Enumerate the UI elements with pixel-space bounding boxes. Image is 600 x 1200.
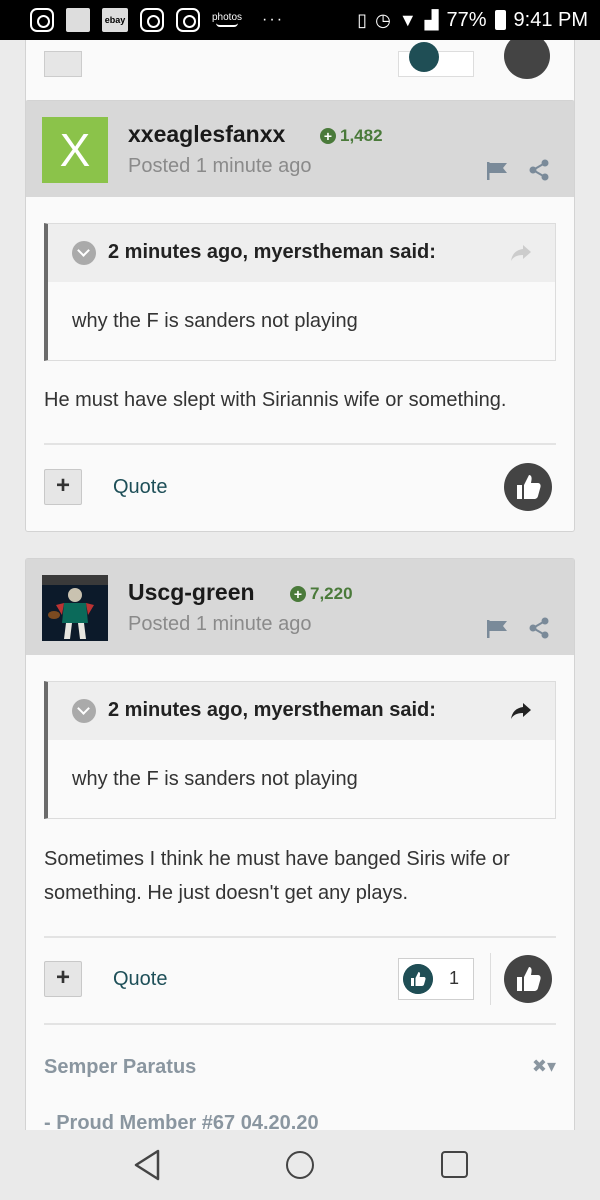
navigation-bar (0, 1130, 600, 1200)
like-count: 1 (449, 968, 460, 988)
reaction-count[interactable]: 1 (398, 958, 474, 1000)
separator (490, 953, 491, 1005)
reaction-count[interactable] (398, 42, 474, 77)
reputation-badge: + 1,482 (320, 126, 383, 146)
signature-title: Semper Paratus (44, 1056, 197, 1078)
username[interactable]: xxeaglesfanxx (128, 121, 285, 148)
close-icon[interactable]: ✖ (532, 1056, 547, 1076)
reputation-badge: + 7,220 (290, 584, 353, 604)
go-to-post-icon[interactable] (509, 240, 533, 264)
share-icon[interactable] (528, 617, 550, 639)
chevron-down-icon[interactable] (72, 241, 96, 265)
system-status: ▯ ◷ ▼ ▟ 77% 9:41 PM (357, 9, 588, 32)
signature-controls[interactable]: ✖▾ (532, 1056, 556, 1077)
post-content: Sometimes I think he must have banged Si… (44, 848, 510, 904)
like-icon (403, 964, 433, 994)
wifi-icon: ▼ (398, 9, 417, 30)
quote-header: 2 minutes ago, myerstheman said: (48, 682, 555, 740)
battery-percent: 77% (446, 8, 487, 31)
avatar-image (42, 575, 108, 641)
username[interactable]: Uscg-green (128, 579, 255, 606)
avatar[interactable] (42, 575, 108, 641)
thumbs-up-icon (517, 475, 541, 499)
like-icon (409, 42, 439, 72)
go-to-post-icon[interactable] (509, 698, 533, 722)
blockquote: 2 minutes ago, myerstheman said: why the… (44, 223, 556, 361)
divider (44, 443, 556, 445)
instagram-icon (176, 8, 200, 32)
reputation-count: 7,220 (310, 584, 353, 603)
react-button[interactable] (504, 463, 552, 511)
post-content: He must have slept with Siriannis wife o… (44, 389, 507, 411)
chevron-down-icon[interactable] (72, 699, 96, 723)
photos-label: photos (212, 12, 243, 23)
flag-icon[interactable] (486, 619, 508, 639)
quote-button[interactable]: Quote (113, 476, 167, 499)
more-notifications-icon: ··· (262, 11, 285, 28)
signature-line: - Proud Member #67 04.20.20 (44, 1112, 319, 1130)
signal-icon: ▟ (424, 9, 439, 30)
post-header: Uscg-green + 7,220 Posted 1 minute ago (26, 559, 574, 655)
topic-feed[interactable]: X xxeaglesfanxx + 1,482 Posted 1 minute … (0, 40, 600, 1130)
notification-icons: ebay photos ··· (30, 8, 357, 32)
react-button[interactable] (504, 40, 550, 79)
quote-text: why the F is sanders not playing (72, 310, 358, 332)
post-header: X xxeaglesfanxx + 1,482 Posted 1 minute … (26, 101, 574, 197)
post: Uscg-green + 7,220 Posted 1 minute ago 2… (25, 558, 575, 1130)
plus-circle-icon: + (290, 586, 306, 602)
vibrate-icon: ▯ (357, 9, 368, 30)
photos-icon: photos (212, 13, 242, 27)
instagram-icon (140, 8, 164, 32)
ebay-icon: ebay (102, 8, 128, 32)
back-icon[interactable] (132, 1148, 162, 1182)
alarm-icon: ◷ (375, 9, 391, 30)
status-bar: ebay photos ··· ▯ ◷ ▼ ▟ 77% 9:41 PM (0, 0, 600, 40)
avatar[interactable]: X (42, 117, 108, 183)
post-timestamp[interactable]: Posted 1 minute ago (128, 155, 311, 178)
share-icon[interactable] (528, 159, 550, 181)
thumbs-up-icon (517, 967, 541, 991)
recent-apps-icon[interactable] (441, 1151, 468, 1178)
quote-button[interactable]: Quote (113, 968, 167, 991)
divider (44, 936, 556, 938)
battery-icon (494, 10, 506, 30)
flag-icon[interactable] (486, 161, 508, 181)
multiquote-button[interactable]: + (44, 961, 82, 997)
quote-text: why the F is sanders not playing (72, 768, 358, 790)
instagram-icon (30, 8, 54, 32)
divider (44, 1023, 556, 1025)
quote-citation: 2 minutes ago, myerstheman said: (108, 241, 436, 263)
multiquote-button[interactable]: + (44, 469, 82, 505)
quote-header: 2 minutes ago, myerstheman said: (48, 224, 555, 282)
reputation-count: 1,482 (340, 126, 383, 145)
react-button[interactable] (504, 955, 552, 1003)
gallery-icon (66, 8, 90, 32)
clock: 9:41 PM (513, 8, 588, 31)
multiquote-button[interactable] (44, 51, 82, 77)
chevron-down-icon[interactable]: ▾ (547, 1056, 556, 1076)
blockquote: 2 minutes ago, myerstheman said: why the… (44, 681, 556, 819)
plus-circle-icon: + (320, 128, 336, 144)
post-timestamp[interactable]: Posted 1 minute ago (128, 613, 311, 636)
post: X xxeaglesfanxx + 1,482 Posted 1 minute … (25, 100, 575, 532)
quote-citation: 2 minutes ago, myerstheman said: (108, 699, 436, 721)
home-icon[interactable] (286, 1151, 314, 1179)
